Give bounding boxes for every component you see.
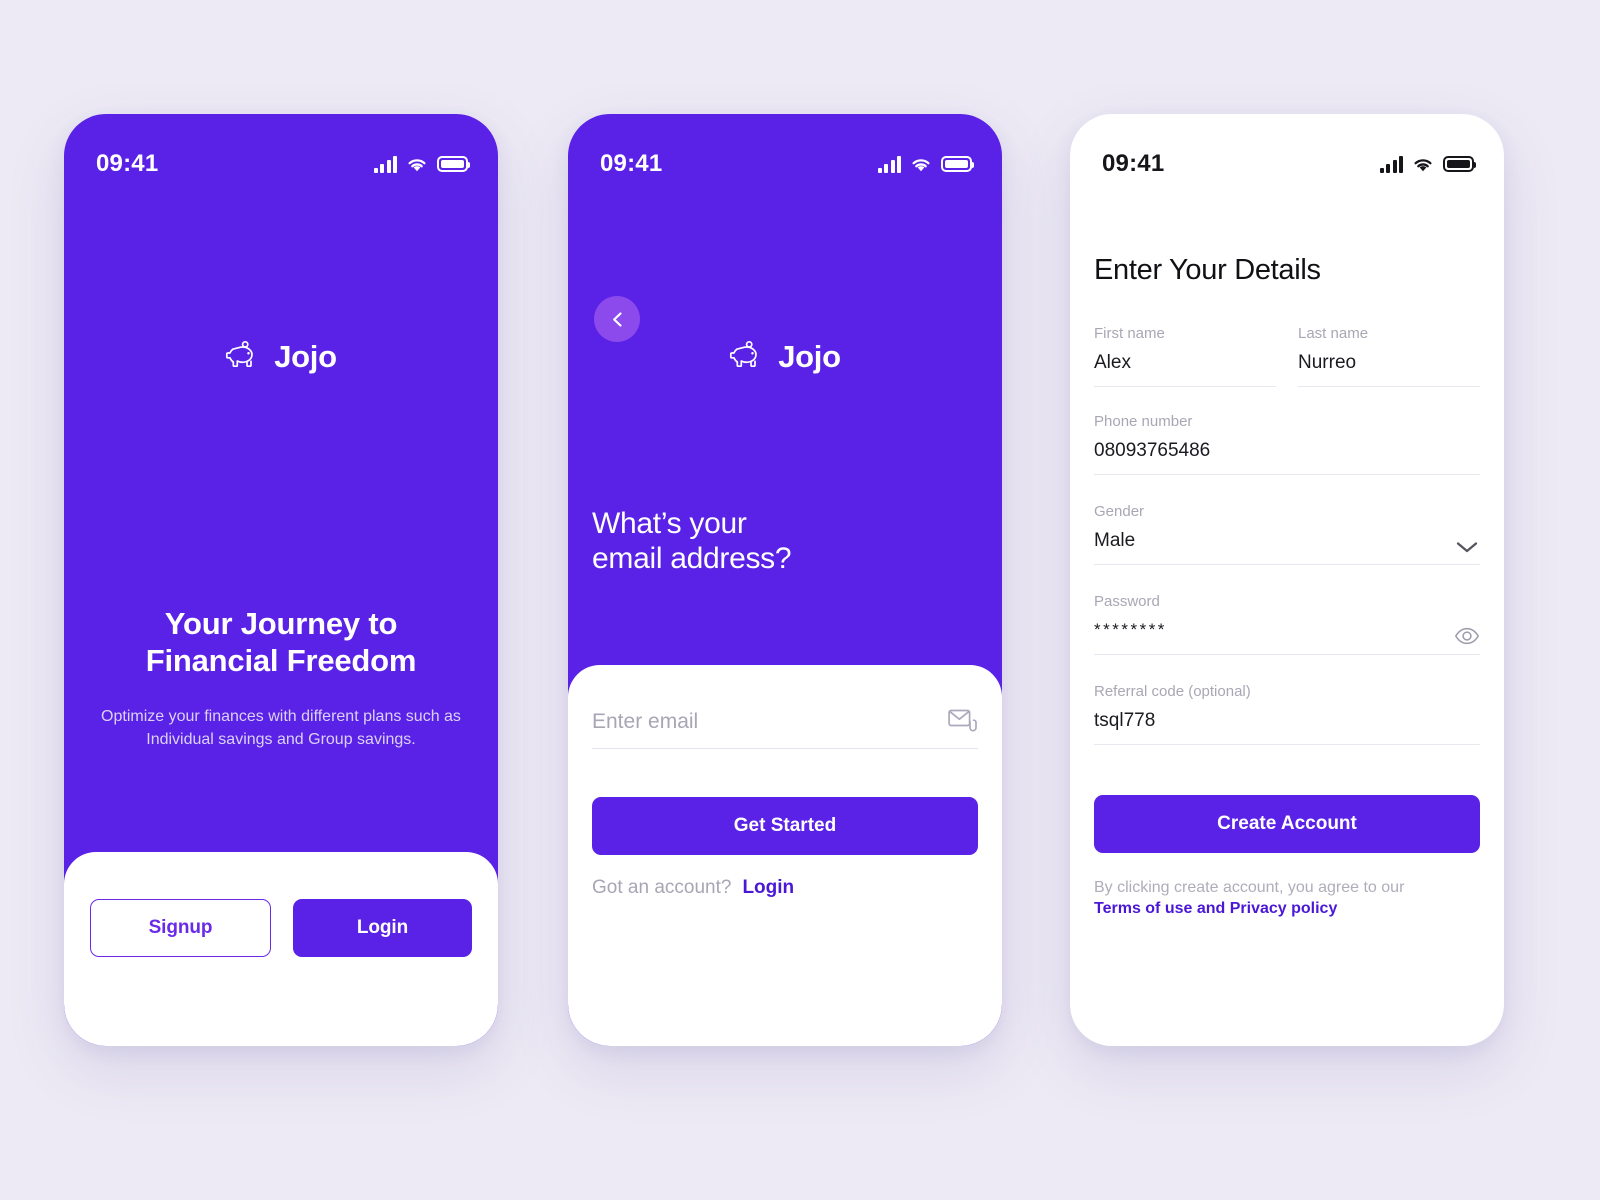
status-time: 09:41 xyxy=(1102,150,1165,177)
status-time: 09:41 xyxy=(600,150,663,177)
gender-dropdown-toggle[interactable] xyxy=(1454,539,1480,555)
status-time: 09:41 xyxy=(96,150,159,177)
gender-field[interactable]: Gender Male xyxy=(1094,503,1480,565)
question-line-2: email address? xyxy=(592,542,792,576)
phone-number-field[interactable]: Phone number 08093765486 xyxy=(1094,413,1480,475)
legal-text: By clicking create account, you agree to… xyxy=(1094,879,1405,896)
email-entry-sheet: Get Started Got an account? Login xyxy=(568,665,1002,1046)
brand-name: Jojo xyxy=(778,339,841,374)
mail-attachment-icon[interactable] xyxy=(948,707,978,733)
piggy-bank-icon xyxy=(730,340,758,368)
chevron-down-icon xyxy=(1456,542,1478,553)
hero-title-line-2: Financial Freedom xyxy=(145,642,417,678)
legal-disclaimer: By clicking create account, you agree to… xyxy=(1094,877,1480,919)
login-link[interactable]: Login xyxy=(742,877,794,899)
signal-bars-icon xyxy=(1379,155,1403,173)
hero-title-line-1: Your Journey to xyxy=(164,606,398,641)
phone-screen-email: 09:41 Jojo What’s your email address? En… xyxy=(568,114,1002,1046)
status-bar: 09:41 xyxy=(64,114,498,188)
password-label: Password xyxy=(1094,593,1160,610)
referral-code-value: tsql778 xyxy=(1094,710,1156,731)
battery-icon xyxy=(941,156,974,172)
status-bar: 09:41 xyxy=(1070,114,1504,188)
hero-subtitle: Optimize your finances with different pl… xyxy=(101,708,461,749)
battery-icon xyxy=(437,156,470,172)
eye-icon xyxy=(1454,627,1480,645)
last-name-label: Last name xyxy=(1298,325,1369,342)
login-prompt-row: Got an account? Login xyxy=(592,877,978,899)
details-form: Enter Your Details First name Alex Last … xyxy=(1094,254,1480,919)
signal-bars-icon xyxy=(373,155,397,173)
last-name-field[interactable]: Last name Nurreo xyxy=(1298,325,1480,387)
email-field-row xyxy=(592,707,978,749)
hero-block: Your Journey to Financial Freedom Optimi… xyxy=(98,606,464,752)
status-bar: 09:41 xyxy=(568,114,1002,188)
wifi-icon xyxy=(912,158,930,171)
gender-label: Gender xyxy=(1094,503,1145,520)
first-name-value: Alex xyxy=(1094,352,1131,373)
referral-code-field[interactable]: Referral code (optional) tsql778 xyxy=(1094,683,1480,745)
first-name-field[interactable]: First name Alex xyxy=(1094,325,1276,387)
status-icons xyxy=(1379,155,1476,173)
brand-logo: Jojo xyxy=(568,339,1002,375)
name-fields-row: First name Alex Last name Nurreo xyxy=(1094,325,1480,413)
email-question-title: What’s your email address? xyxy=(592,506,962,577)
email-input[interactable] xyxy=(592,710,948,734)
wifi-icon xyxy=(408,158,426,171)
create-account-button[interactable]: Create Account xyxy=(1094,795,1480,853)
signup-button[interactable]: Signup xyxy=(90,899,271,957)
battery-icon xyxy=(1443,156,1476,172)
get-started-button[interactable]: Get Started xyxy=(592,797,978,855)
password-field[interactable]: Password ******** xyxy=(1094,593,1480,655)
referral-code-label: Referral code (optional) xyxy=(1094,683,1251,700)
screens-canvas: 09:41 Jojo Your Journey to Financial Fre… xyxy=(0,0,1600,1200)
password-value: ******** xyxy=(1094,620,1167,639)
wifi-icon xyxy=(1414,158,1432,171)
brand-name: Jojo xyxy=(274,339,337,374)
gender-value: Male xyxy=(1094,530,1136,551)
login-button[interactable]: Login xyxy=(293,899,472,957)
login-prompt-text: Got an account? xyxy=(592,877,732,898)
phone-screen-details: 09:41 Enter Your Details First name Alex xyxy=(1070,114,1504,1046)
phone-number-value: 08093765486 xyxy=(1094,440,1211,461)
phone-number-label: Phone number xyxy=(1094,413,1193,430)
brand-logo: Jojo xyxy=(64,339,498,375)
page-title: Your Journey to Financial Freedom xyxy=(98,606,464,679)
piggy-bank-icon xyxy=(226,340,254,368)
back-button[interactable] xyxy=(594,296,640,342)
phone-screen-onboarding: 09:41 Jojo Your Journey to Financial Fre… xyxy=(64,114,498,1046)
first-name-label: First name xyxy=(1094,325,1165,342)
question-line-1: What’s your xyxy=(592,507,747,540)
password-visibility-toggle[interactable] xyxy=(1454,627,1480,645)
signal-bars-icon xyxy=(877,155,901,173)
page-title: Enter Your Details xyxy=(1094,254,1321,286)
last-name-value: Nurreo xyxy=(1298,352,1357,373)
status-icons xyxy=(877,155,974,173)
terms-privacy-link[interactable]: Terms of use and Privacy policy xyxy=(1094,898,1480,919)
chevron-left-icon xyxy=(612,311,622,327)
onboarding-action-card: Signup Login xyxy=(64,852,498,1046)
status-icons xyxy=(373,155,470,173)
